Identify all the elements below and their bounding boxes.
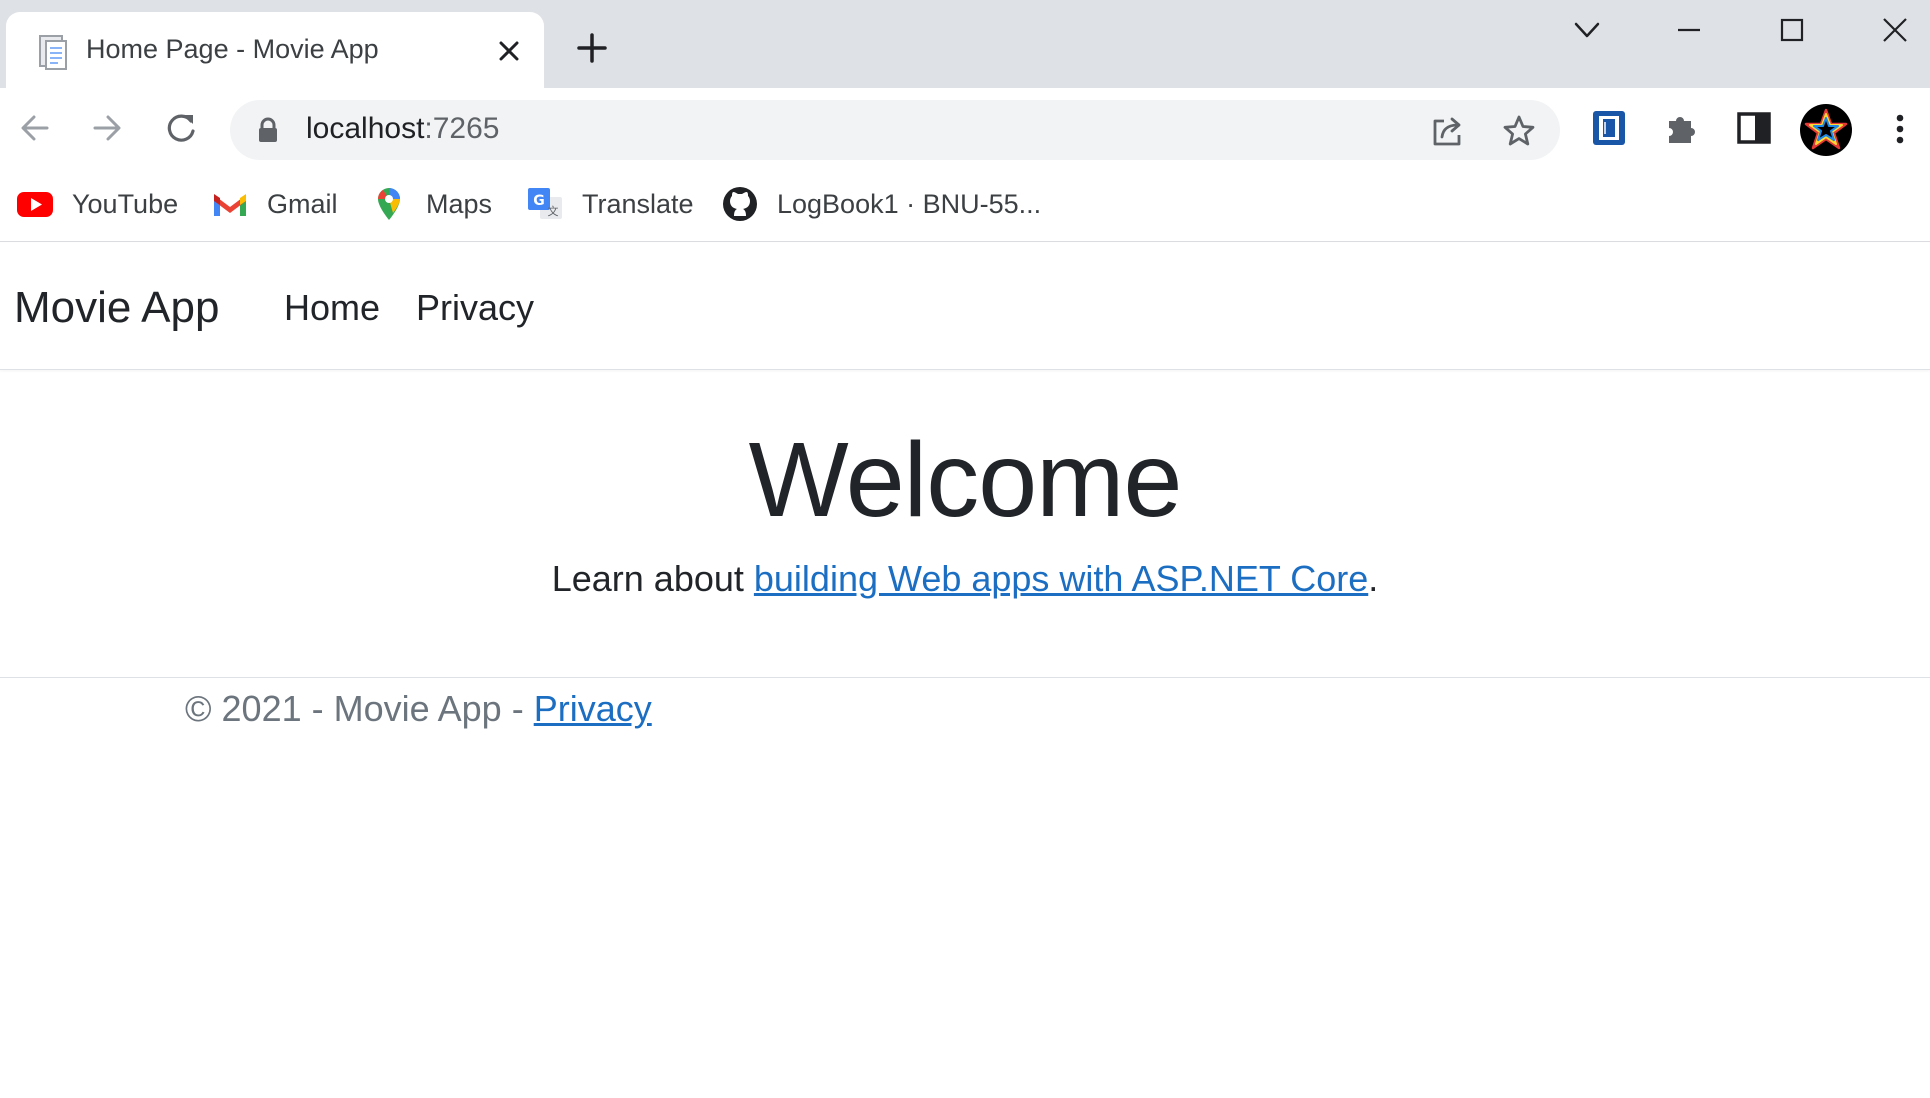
maximize-icon[interactable] xyxy=(1772,10,1812,50)
bookmark-logbook[interactable]: LogBook1 · BNU-55... xyxy=(721,182,1041,226)
intro-prefix: Learn about xyxy=(551,558,754,599)
bookmark-label: Translate xyxy=(582,188,694,219)
footer-text: © 2021 - Movie App - Privacy xyxy=(185,688,652,730)
reload-icon[interactable] xyxy=(160,107,202,149)
document-icon xyxy=(39,35,67,70)
nav-link-privacy[interactable]: Privacy xyxy=(416,287,534,329)
url-port: :7265 xyxy=(424,112,500,145)
browser-menu-icon[interactable] xyxy=(1882,108,1918,150)
browser-toolbar: localhost:7265 xyxy=(0,88,1930,170)
svg-text:文: 文 xyxy=(548,204,559,218)
bookmark-translate[interactable]: G 文 Translate xyxy=(526,182,694,226)
profile-avatar[interactable] xyxy=(1800,104,1852,156)
site-navbar: Movie App Home Privacy xyxy=(0,243,1930,370)
intro-suffix: . xyxy=(1368,558,1379,599)
side-panel-icon[interactable] xyxy=(1733,107,1775,149)
share-icon[interactable] xyxy=(1428,112,1466,150)
bookmark-gmail[interactable]: Gmail xyxy=(211,182,338,226)
translate-icon: G 文 xyxy=(528,188,562,219)
star-avatar-icon xyxy=(1804,108,1848,150)
lock-icon[interactable] xyxy=(257,117,279,143)
bookmark-youtube[interactable]: YouTube xyxy=(16,182,178,226)
url-text[interactable]: localhost:7265 xyxy=(306,112,499,146)
bookmark-label: Maps xyxy=(426,188,493,219)
close-tab-icon[interactable] xyxy=(494,36,524,66)
gmail-icon xyxy=(214,194,246,216)
nav-link-home[interactable]: Home xyxy=(284,287,380,329)
extensions-puzzle-icon[interactable] xyxy=(1661,107,1703,149)
url-host: localhost xyxy=(306,112,425,145)
tab-home-page[interactable]: Home Page - Movie App xyxy=(6,12,544,88)
github-icon xyxy=(723,187,757,221)
tab-search-icon[interactable] xyxy=(1567,10,1607,50)
tab-strip: Home Page - Movie App xyxy=(0,0,1930,88)
site-brand-link[interactable]: Movie App xyxy=(14,283,219,333)
minimize-icon[interactable] xyxy=(1669,10,1709,50)
reading-extension-icon[interactable] xyxy=(1588,107,1630,149)
new-tab-icon[interactable] xyxy=(574,30,610,66)
back-arrow-icon[interactable] xyxy=(14,107,56,149)
close-window-icon[interactable] xyxy=(1875,10,1915,50)
intro-paragraph: Learn about building Web apps with ASP.N… xyxy=(0,558,1930,600)
svg-text:G: G xyxy=(533,193,545,209)
tab-title: Home Page - Movie App xyxy=(86,34,379,64)
bookmark-maps[interactable]: Maps xyxy=(370,182,492,226)
bookmark-star-icon[interactable] xyxy=(1500,112,1538,150)
bookmarks-bar: YouTube Gmail Maps G 文 Translate LogBook… xyxy=(0,170,1930,242)
welcome-heading: Welcome xyxy=(748,421,1183,539)
address-bar[interactable]: localhost:7265 xyxy=(230,100,1560,160)
footer-copyright: © 2021 - Movie App - xyxy=(185,688,534,729)
forward-arrow-icon[interactable] xyxy=(86,107,128,149)
bookmark-label: Gmail xyxy=(267,188,338,219)
bookmark-label: LogBook1 · BNU-55... xyxy=(777,188,1042,219)
footer-privacy-link[interactable]: Privacy xyxy=(534,688,652,729)
site-footer: © 2021 - Movie App - Privacy xyxy=(0,677,1930,747)
bookmark-label: YouTube xyxy=(72,188,179,219)
youtube-icon xyxy=(17,192,53,217)
aspnet-docs-link[interactable]: building Web apps with ASP.NET Core xyxy=(754,558,1368,599)
maps-icon xyxy=(378,188,400,220)
